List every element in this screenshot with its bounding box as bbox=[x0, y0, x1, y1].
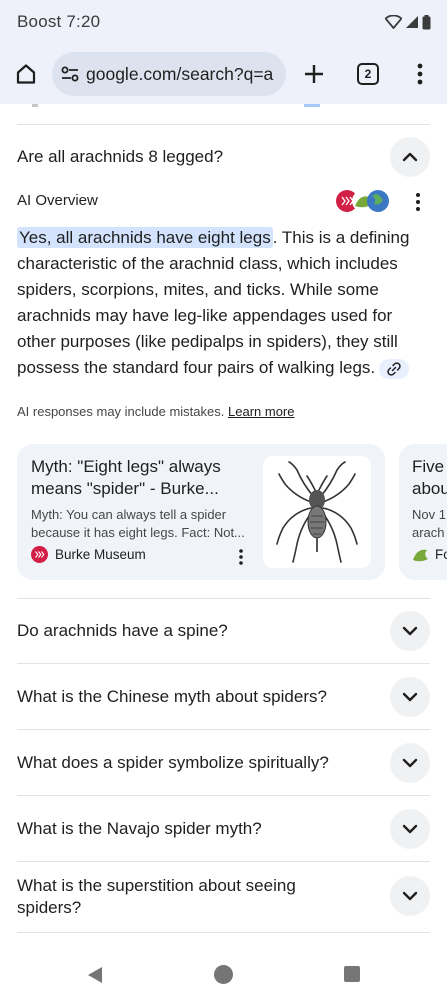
expand-button[interactable] bbox=[390, 611, 430, 651]
card2-snippet: Nov 1, arach bbox=[412, 507, 447, 540]
tab-count: 2 bbox=[357, 63, 379, 85]
leaf-logo-icon bbox=[413, 549, 428, 562]
divider bbox=[17, 598, 430, 599]
chevron-up-icon bbox=[402, 152, 418, 162]
card2-source-name: Fo bbox=[435, 547, 447, 562]
ai-overview-label: AI Overview bbox=[17, 192, 98, 209]
collapse-button[interactable] bbox=[390, 137, 430, 177]
expanded-question[interactable]: Are all arachnids 8 legged? bbox=[17, 146, 367, 168]
browser-menu-button[interactable] bbox=[408, 60, 432, 88]
answer-body: . This is a defining characteristic of t… bbox=[17, 228, 410, 377]
citation-link-button[interactable] bbox=[379, 358, 410, 379]
divider bbox=[17, 124, 430, 125]
chevron-down-icon bbox=[402, 891, 418, 901]
chevron-down-icon bbox=[402, 824, 418, 834]
link-icon bbox=[387, 361, 401, 376]
divider bbox=[17, 932, 430, 933]
source-card-burke[interactable]: Myth: "Eight legs" always means "spider"… bbox=[17, 444, 385, 580]
source-card-second[interactable]: Five abou Nov 1, arach Fo bbox=[399, 444, 447, 580]
disclaimer-text: AI responses may include mistakes. bbox=[17, 404, 225, 419]
status-time: Boost 7:20 bbox=[17, 12, 101, 31]
chevron-down-icon bbox=[402, 758, 418, 768]
question-item[interactable]: What is the Chinese myth about spiders? bbox=[17, 686, 367, 708]
chevron-down-icon bbox=[402, 626, 418, 636]
question-item[interactable]: What does a spider symbolize spiritually… bbox=[17, 752, 367, 774]
browser-toolbar: google.com/search?q=a 2 bbox=[0, 44, 447, 104]
card-more-icon[interactable] bbox=[236, 548, 246, 566]
question-item[interactable]: Do arachnids have a spine? bbox=[17, 620, 367, 642]
new-tab-button[interactable] bbox=[300, 60, 328, 88]
ai-overview-more-icon[interactable] bbox=[412, 192, 424, 212]
address-bar[interactable]: google.com/search?q=a bbox=[52, 52, 286, 96]
url-text: google.com/search?q=a bbox=[86, 63, 274, 84]
card-title: Myth: "Eight legs" always means "spider"… bbox=[31, 457, 221, 498]
home-nav-icon[interactable] bbox=[214, 965, 233, 984]
ai-disclaimer: AI responses may include mistakes. Learn… bbox=[17, 404, 294, 419]
recents-icon[interactable] bbox=[344, 966, 360, 982]
search-results-content: Are all arachnids 8 legged? AI Overview … bbox=[0, 104, 447, 950]
learn-more-link[interactable]: Learn more bbox=[228, 404, 294, 419]
back-icon[interactable] bbox=[86, 966, 104, 984]
card-source: Burke Museum bbox=[31, 546, 146, 563]
card-snippet: Myth: You can always tell a spider becau… bbox=[31, 507, 245, 540]
expand-button[interactable] bbox=[390, 876, 430, 916]
battery-icon bbox=[422, 14, 431, 29]
card-thumbnail bbox=[263, 456, 371, 568]
burke-museum-logo-icon bbox=[31, 546, 48, 563]
card2-source: Fo bbox=[412, 546, 447, 563]
wifi-icon bbox=[385, 15, 402, 29]
spider-illustration-icon bbox=[276, 461, 358, 563]
status-bar: Boost 7:20 bbox=[0, 0, 447, 44]
divider bbox=[17, 663, 430, 664]
status-icons bbox=[385, 14, 431, 30]
divider bbox=[17, 795, 430, 796]
ai-overview-answer: Yes, all arachnids have eight legs. This… bbox=[17, 225, 429, 381]
scrolled-text-remnant bbox=[32, 104, 320, 107]
expand-button[interactable] bbox=[390, 677, 430, 717]
ai-sources-icons[interactable] bbox=[336, 188, 390, 214]
card-source-name: Burke Museum bbox=[55, 547, 146, 562]
more-vert-icon bbox=[417, 63, 423, 85]
plus-icon bbox=[305, 65, 323, 83]
answer-highlight: Yes, all arachnids have eight legs bbox=[17, 227, 273, 248]
question-item[interactable]: What is the superstition about seeing sp… bbox=[17, 875, 347, 919]
expand-button[interactable] bbox=[390, 743, 430, 783]
home-icon bbox=[16, 64, 36, 84]
divider bbox=[17, 729, 430, 730]
question-item[interactable]: What is the Navajo spider myth? bbox=[17, 818, 367, 840]
expand-button[interactable] bbox=[390, 809, 430, 849]
site-settings-icon bbox=[61, 66, 79, 82]
divider bbox=[17, 861, 430, 862]
signal-icon bbox=[406, 16, 418, 28]
system-nav-bar bbox=[0, 950, 447, 1000]
chevron-down-icon bbox=[402, 692, 418, 702]
card2-title: Five abou bbox=[412, 457, 447, 498]
tab-switcher-button[interactable]: 2 bbox=[356, 62, 380, 86]
home-button[interactable] bbox=[12, 60, 40, 88]
